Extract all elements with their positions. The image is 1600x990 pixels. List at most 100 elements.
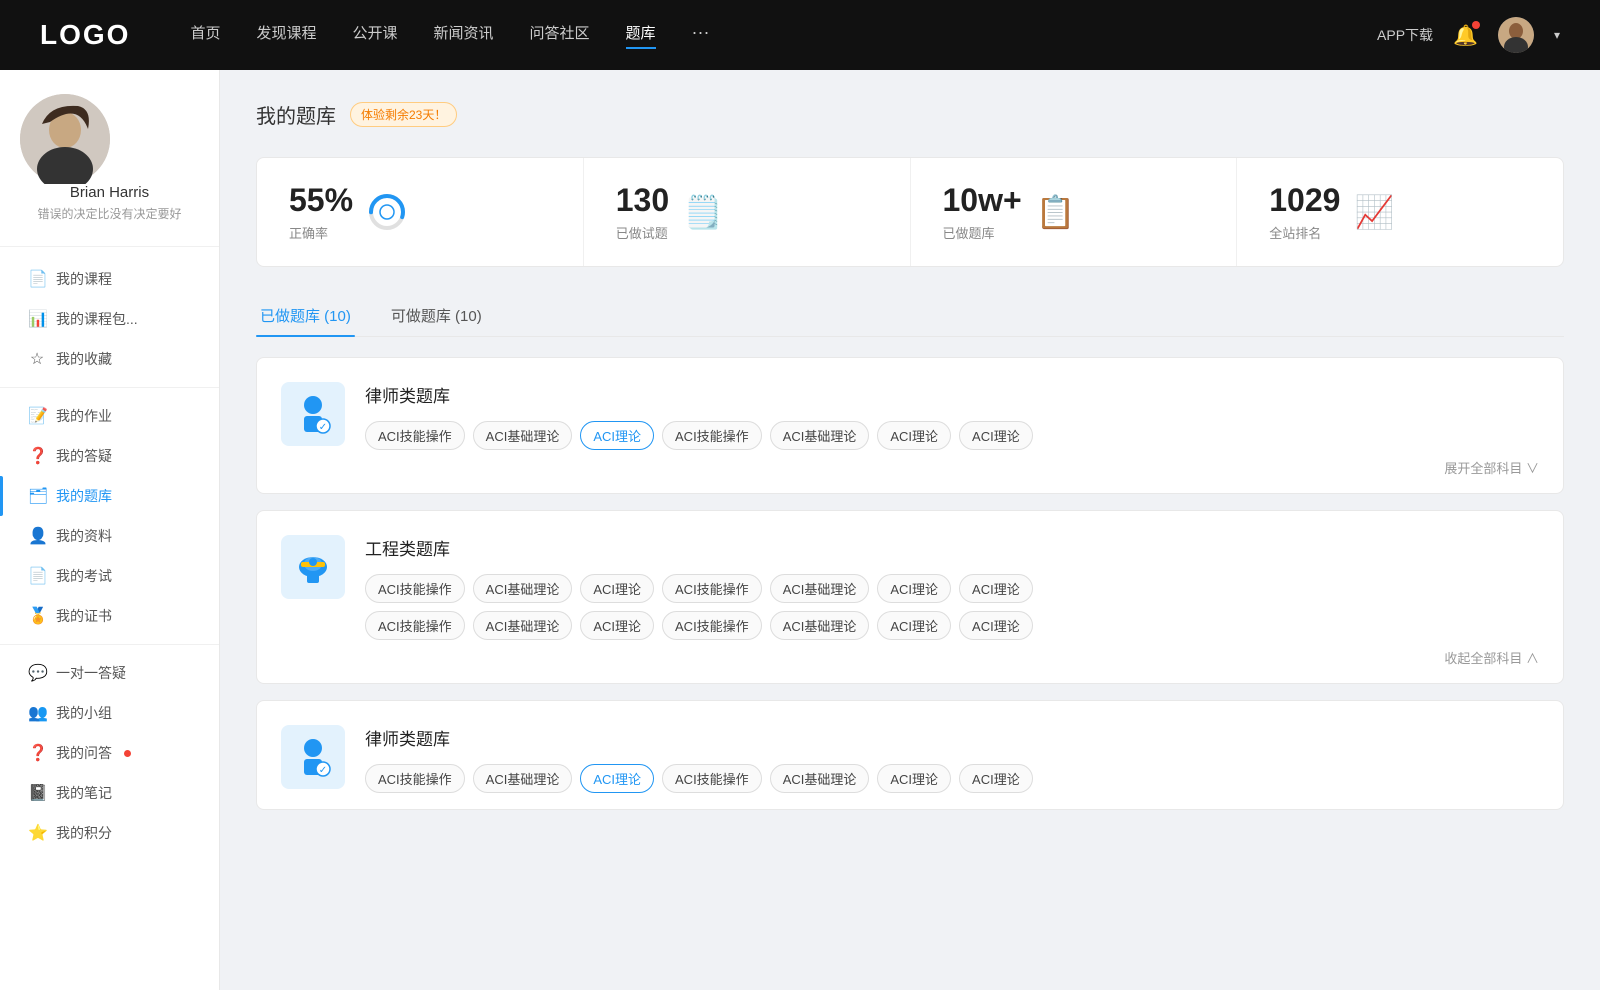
- stats-row: 55% 正确率 130 已做试题 🗒️ 10w+ 已: [256, 157, 1564, 267]
- tabs-row: 已做题库 (10) 可做题库 (10): [256, 295, 1564, 337]
- sidebar-item-quiz-label: 我的题库: [56, 486, 112, 506]
- subject-name-lawyer-2: 律师类题库: [365, 725, 1539, 750]
- tag-l1-0[interactable]: ACI技能操作: [365, 421, 465, 450]
- nav-app-download[interactable]: APP下载: [1377, 25, 1433, 45]
- sidebar-item-questions[interactable]: ❓ 我的问答: [0, 733, 219, 773]
- divider-2: [0, 644, 219, 645]
- sidebar-item-qa[interactable]: ❓ 我的答疑: [0, 436, 219, 476]
- sidebar-item-profile[interactable]: 👤 我的资料: [0, 516, 219, 556]
- divider-1: [0, 387, 219, 388]
- tag-l2-6[interactable]: ACI理论: [959, 764, 1033, 793]
- tag-l1-2[interactable]: ACI理论: [580, 421, 654, 450]
- tag-l2-2[interactable]: ACI理论: [580, 764, 654, 793]
- collapse-engineer[interactable]: 收起全部科目 ∧: [365, 648, 1539, 667]
- points-icon: ⭐: [28, 823, 46, 843]
- course-package-icon: 📊: [28, 309, 46, 329]
- subject-card-lawyer-2: ✓ 律师类题库 ACI技能操作 ACI基础理论 ACI理论 ACI技能操作 AC…: [256, 700, 1564, 810]
- stat-ranking-value: 1029: [1269, 182, 1340, 219]
- tag-e-1[interactable]: ACI基础理论: [473, 574, 573, 603]
- expand-lawyer-1[interactable]: 展开全部科目 ∨: [365, 458, 1539, 477]
- engineer-icon: [291, 545, 335, 589]
- sidebar-item-1on1-label: 一对一答疑: [56, 663, 126, 683]
- tag-e2-0[interactable]: ACI技能操作: [365, 611, 465, 640]
- nav-link-news[interactable]: 新闻资讯: [434, 22, 494, 49]
- nav-link-discover[interactable]: 发现课程: [256, 22, 316, 49]
- nav-link-opencourse[interactable]: 公开课: [352, 22, 397, 49]
- subject-icon-engineer: [281, 535, 345, 599]
- tag-e2-3[interactable]: ACI技能操作: [662, 611, 762, 640]
- sidebar-item-qa-label: 我的答疑: [56, 446, 112, 466]
- accuracy-chart-icon: [367, 192, 407, 232]
- nav-logo: LOGO: [40, 19, 130, 51]
- tag-e2-1[interactable]: ACI基础理论: [473, 611, 573, 640]
- sidebar-item-points-label: 我的积分: [56, 823, 112, 843]
- stat-accuracy-label: 正确率: [289, 223, 353, 242]
- sidebar-item-1on1[interactable]: 💬 一对一答疑: [0, 653, 219, 693]
- sidebar-item-course[interactable]: 📄 我的课程: [0, 259, 219, 299]
- sidebar-item-homework-label: 我的作业: [56, 406, 112, 426]
- nav-link-quiz[interactable]: 题库: [626, 22, 656, 49]
- tag-l2-1[interactable]: ACI基础理论: [473, 764, 573, 793]
- nav-bell[interactable]: 🔔: [1453, 23, 1478, 48]
- tag-l2-0[interactable]: ACI技能操作: [365, 764, 465, 793]
- nav-dropdown-arrow[interactable]: ▾: [1554, 28, 1560, 42]
- nav-link-qa[interactable]: 问答社区: [530, 22, 590, 49]
- tag-e-6[interactable]: ACI理论: [959, 574, 1033, 603]
- main-content: 我的题库 体验剩余23天！ 55% 正确率 130 已做试题: [220, 70, 1600, 990]
- sidebar-item-certificate[interactable]: 🏅 我的证书: [0, 596, 219, 636]
- tag-e-0[interactable]: ACI技能操作: [365, 574, 465, 603]
- nav-avatar[interactable]: [1498, 17, 1534, 53]
- stat-accuracy-text: 55% 正确率: [289, 182, 353, 242]
- stat-done-questions: 130 已做试题 🗒️: [584, 158, 911, 266]
- qa-icon: ❓: [28, 446, 46, 466]
- navbar: LOGO 首页 发现课程 公开课 新闻资讯 问答社区 题库 ··· APP下载 …: [0, 0, 1600, 70]
- avatar: [20, 94, 110, 184]
- tag-e-4[interactable]: ACI基础理论: [770, 574, 870, 603]
- tag-l1-6[interactable]: ACI理论: [959, 421, 1033, 450]
- tag-e-3[interactable]: ACI技能操作: [662, 574, 762, 603]
- sidebar-item-course-package[interactable]: 📊 我的课程包...: [0, 299, 219, 339]
- collection-icon: ☆: [28, 349, 46, 369]
- stat-done-banks-label: 已做题库: [943, 223, 1022, 242]
- sidebar-item-notes[interactable]: 📓 我的笔记: [0, 773, 219, 813]
- sidebar-item-exam[interactable]: 📄 我的考试: [0, 556, 219, 596]
- sidebar-item-homework[interactable]: 📝 我的作业: [0, 396, 219, 436]
- tag-l1-3[interactable]: ACI技能操作: [662, 421, 762, 450]
- stat-done-banks-text: 10w+ 已做题库: [943, 182, 1022, 242]
- quiz-icon: 🗂: [28, 486, 46, 506]
- tag-e-2[interactable]: ACI理论: [580, 574, 654, 603]
- tag-e2-6[interactable]: ACI理论: [959, 611, 1033, 640]
- sidebar-item-group[interactable]: 👥 我的小组: [0, 693, 219, 733]
- tag-l1-4[interactable]: ACI基础理论: [770, 421, 870, 450]
- sidebar: Brian Harris 错误的决定比没有决定要好 📄 我的课程 📊 我的课程包…: [0, 70, 220, 990]
- tag-l2-4[interactable]: ACI基础理论: [770, 764, 870, 793]
- tag-l2-3[interactable]: ACI技能操作: [662, 764, 762, 793]
- avatar-image: [1498, 17, 1534, 53]
- tag-e2-2[interactable]: ACI理论: [580, 611, 654, 640]
- tag-l2-5[interactable]: ACI理论: [877, 764, 951, 793]
- sidebar-item-points[interactable]: ⭐ 我的积分: [0, 813, 219, 853]
- tag-e-5[interactable]: ACI理论: [877, 574, 951, 603]
- subject-body-engineer: 工程类题库 ACI技能操作 ACI基础理论 ACI理论 ACI技能操作 ACI基…: [365, 535, 1539, 667]
- tab-available[interactable]: 可做题库 (10): [387, 295, 486, 336]
- nav-link-home[interactable]: 首页: [190, 22, 220, 49]
- subject-tags-lawyer-1: ACI技能操作 ACI基础理论 ACI理论 ACI技能操作 ACI基础理论 AC…: [365, 421, 1539, 450]
- main-layout: Brian Harris 错误的决定比没有决定要好 📄 我的课程 📊 我的课程包…: [0, 70, 1600, 990]
- stat-done-questions-label: 已做试题: [616, 223, 669, 242]
- nav-link-more[interactable]: ···: [692, 22, 710, 49]
- svg-text:✓: ✓: [319, 422, 327, 433]
- tab-done[interactable]: 已做题库 (10): [256, 295, 355, 336]
- sidebar-item-certificate-label: 我的证书: [56, 606, 112, 626]
- tag-l1-5[interactable]: ACI理论: [877, 421, 951, 450]
- tag-l1-1[interactable]: ACI基础理论: [473, 421, 573, 450]
- subject-tags-lawyer-2: ACI技能操作 ACI基础理论 ACI理论 ACI技能操作 ACI基础理论 AC…: [365, 764, 1539, 793]
- sidebar-item-exam-label: 我的考试: [56, 566, 112, 586]
- sidebar-profile: Brian Harris 错误的决定比没有决定要好: [0, 94, 219, 247]
- exam-icon: 📄: [28, 566, 46, 586]
- tag-e2-5[interactable]: ACI理论: [877, 611, 951, 640]
- sidebar-item-collection[interactable]: ☆ 我的收藏: [0, 339, 219, 379]
- tag-e2-4[interactable]: ACI基础理论: [770, 611, 870, 640]
- subject-name-lawyer-1: 律师类题库: [365, 382, 1539, 407]
- page-header: 我的题库 体验剩余23天！: [256, 100, 1564, 129]
- sidebar-item-quiz[interactable]: 🗂 我的题库: [0, 476, 219, 516]
